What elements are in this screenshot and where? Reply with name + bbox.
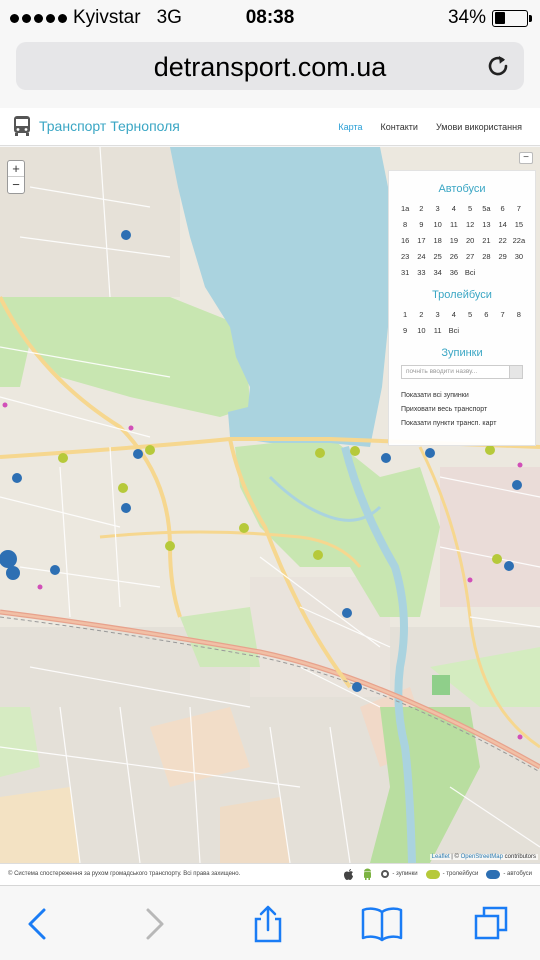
legend-trolleybuses: - тролейбуси: [442, 871, 479, 877]
battery-icon: [492, 9, 532, 27]
browser-toolbar: [0, 885, 540, 960]
bus-route-23[interactable]: 22а: [511, 236, 527, 245]
legend-buses: - автобуси: [503, 871, 532, 877]
legend-stops: - зупинки: [392, 871, 418, 877]
bus-route-30[interactable]: 29: [495, 252, 511, 261]
panel-links: Показати всі зупинки Приховати весь тран…: [389, 379, 535, 431]
trolleybus-marker-icon: [425, 869, 440, 879]
bus-route-28[interactable]: 27: [462, 252, 478, 261]
bus-route-35[interactable]: 36: [446, 268, 462, 277]
status-bar: Kyivstar 3G 08:38 34%: [0, 0, 540, 36]
stops-heading: Зупинки: [441, 347, 483, 359]
site-nav: Карта Контакти Умови використання: [338, 122, 522, 132]
bus-route-36[interactable]: Всі: [462, 268, 478, 277]
bus-route-16[interactable]: 16: [397, 236, 413, 245]
forward-icon[interactable]: [134, 904, 174, 944]
bus-route-25[interactable]: 24: [413, 252, 429, 261]
share-icon[interactable]: [248, 904, 288, 944]
bus-route-4[interactable]: 5: [462, 204, 478, 213]
osm-link[interactable]: OpenStreetMap: [461, 854, 503, 860]
panel-minimize-button[interactable]: −: [519, 152, 533, 164]
map-legend: - зупинки - тролейбуси - автобуси: [343, 868, 532, 880]
trolleybus-route-4[interactable]: 5: [462, 310, 478, 319]
stop-marker-icon: [381, 870, 390, 878]
zoom-out-button[interactable]: −: [8, 177, 24, 193]
bus-route-33[interactable]: 33: [413, 268, 429, 277]
bus-marker-icon: [486, 869, 501, 879]
trolleybus-route-list: 1 2 3 4 5 6 7 8 9 10 11 Всі: [389, 310, 535, 335]
battery-percent: 34%: [447, 7, 486, 28]
routes-panel: Автобуси 1а 2 3 4 5 5а 6 7 8 9 10 11 12 13 14 15 16 17 18 1…: [388, 170, 536, 446]
bus-route-17[interactable]: 17: [413, 236, 429, 245]
trolleybus-route-3[interactable]: 4: [446, 310, 462, 319]
apple-icon[interactable]: [343, 868, 354, 880]
bus-route-7[interactable]: 7: [511, 204, 527, 213]
bus-route-12[interactable]: 12: [462, 220, 478, 229]
site-footer: © Система спостереження за рухом громадс…: [0, 863, 540, 885]
site-title[interactable]: Транспорт Тернополя: [39, 118, 180, 134]
bus-route-32[interactable]: 31: [397, 268, 413, 277]
bus-route-21[interactable]: 21: [478, 236, 494, 245]
tabs-icon[interactable]: [472, 904, 512, 944]
bus-route-19[interactable]: 19: [446, 236, 462, 245]
trolleybuses-heading: Тролейбуси: [432, 289, 492, 301]
trolleybus-route-1[interactable]: 2: [413, 310, 429, 319]
bus-route-6[interactable]: 6: [495, 204, 511, 213]
bookmarks-icon[interactable]: [360, 904, 404, 944]
zoom-in-button[interactable]: +: [8, 161, 24, 177]
nav-terms[interactable]: Умови використання: [436, 122, 522, 132]
android-icon[interactable]: [362, 868, 373, 880]
trolleybus-route-5[interactable]: 6: [478, 310, 494, 319]
trolleybus-route-11[interactable]: Всі: [446, 326, 462, 335]
stops-search-input[interactable]: почніть вводити назву...: [401, 365, 523, 379]
bus-route-31[interactable]: 30: [511, 252, 527, 261]
nav-map[interactable]: Карта: [338, 122, 362, 132]
reload-icon[interactable]: [484, 52, 512, 80]
attribution-separator: | ©: [449, 854, 461, 860]
attribution-contributors: contributors: [502, 854, 536, 860]
bus-route-2[interactable]: 3: [430, 204, 446, 213]
bus-route-3[interactable]: 4: [446, 204, 462, 213]
bus-route-20[interactable]: 20: [462, 236, 478, 245]
bus-route-22[interactable]: 22: [495, 236, 511, 245]
bus-route-27[interactable]: 26: [446, 252, 462, 261]
nav-contacts[interactable]: Контакти: [381, 122, 418, 132]
back-icon[interactable]: [18, 904, 58, 944]
bus-route-15[interactable]: 15: [511, 220, 527, 229]
bus-route-1[interactable]: 2: [413, 204, 429, 213]
trolleybus-route-6[interactable]: 7: [495, 310, 511, 319]
hide-all-transport-link[interactable]: Приховати весь транспорт: [401, 403, 523, 417]
bus-route-24[interactable]: 23: [397, 252, 413, 261]
bus-route-26[interactable]: 25: [430, 252, 446, 261]
zoom-control: + −: [7, 160, 25, 194]
trolleybus-route-8[interactable]: 9: [397, 326, 413, 335]
bus-icon: [14, 116, 30, 136]
buses-heading: Автобуси: [438, 183, 486, 195]
bus-route-18[interactable]: 18: [430, 236, 446, 245]
url-text[interactable]: detransport.com.ua: [16, 52, 524, 83]
bus-route-9[interactable]: 9: [413, 220, 429, 229]
bus-route-14[interactable]: 14: [495, 220, 511, 229]
show-card-points-link[interactable]: Показати пункти трансп. карт: [401, 417, 523, 431]
bus-route-list: 1а 2 3 4 5 5а 6 7 8 9 10 11 12 13 14 15 16 17 18 19 20 21 22 22…: [389, 204, 535, 277]
trolleybus-route-0[interactable]: 1: [397, 310, 413, 319]
copyright-text: © Система спостереження за рухом громадс…: [8, 871, 241, 877]
trolleybus-route-2[interactable]: 3: [430, 310, 446, 319]
trolleybus-route-7[interactable]: 8: [511, 310, 527, 319]
bus-route-0[interactable]: 1а: [397, 204, 413, 213]
show-all-stops-link[interactable]: Показати всі зупинки: [401, 389, 523, 403]
leaflet-link[interactable]: Leaflet: [432, 854, 450, 860]
bus-route-34[interactable]: 34: [430, 268, 446, 277]
bus-route-29[interactable]: 28: [478, 252, 494, 261]
bus-route-5[interactable]: 5а: [478, 204, 494, 213]
map-attribution: Leaflet | © OpenStreetMap contributors: [429, 854, 538, 860]
bus-route-13[interactable]: 13: [478, 220, 494, 229]
bus-route-11[interactable]: 11: [446, 220, 462, 229]
bus-route-8[interactable]: 8: [397, 220, 413, 229]
site-header: Транспорт Тернополя Карта Контакти Умови…: [0, 108, 540, 146]
address-bar[interactable]: detransport.com.ua: [16, 42, 524, 90]
trolleybus-route-10[interactable]: 11: [430, 326, 446, 335]
bus-route-10[interactable]: 10: [430, 220, 446, 229]
trolleybus-route-9[interactable]: 10: [413, 326, 429, 335]
